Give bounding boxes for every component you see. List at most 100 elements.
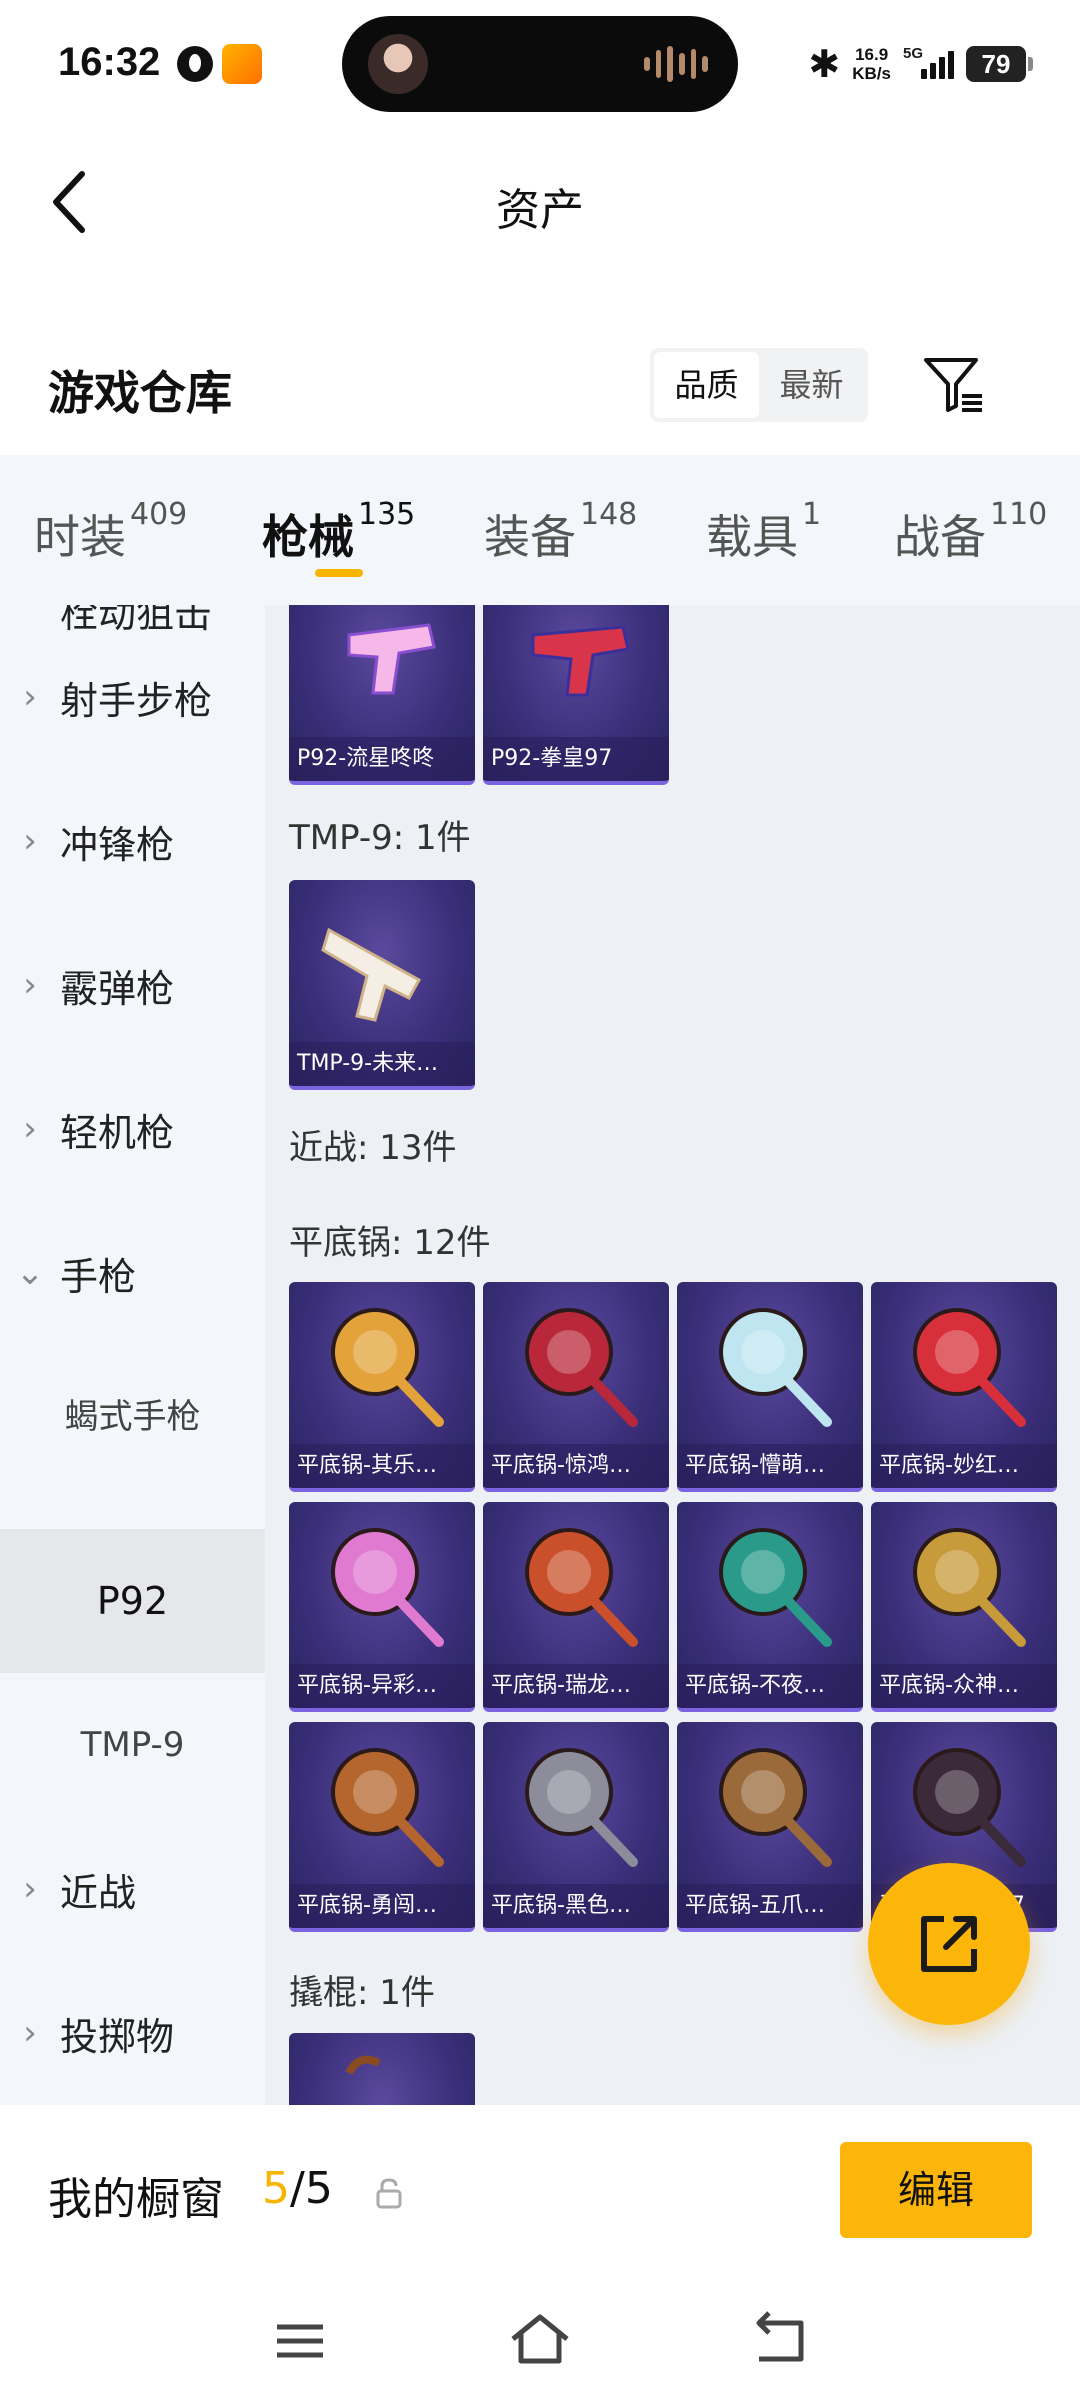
warehouse-title: 游戏仓库: [48, 366, 232, 420]
crowbar-art-icon: [345, 2055, 381, 2075]
tab-fashion[interactable]: 时装 409: [34, 497, 187, 567]
item-card-pan[interactable]: 平底锅-五爪…: [677, 1722, 863, 1932]
category-sidebar: 栓动狙击 › 射手步枪 › 冲锋枪 › 霰弹枪 › 轻机枪 ⌄ 手枪 蝎式手枪 P92 T…: [0, 605, 265, 2105]
section-title-tmp9: TMP-9: 1件: [289, 818, 471, 858]
chevron-right-icon: ›: [23, 677, 37, 717]
active-tab-indicator: [315, 569, 363, 577]
showcase-count-used: 5: [262, 2163, 290, 2214]
item-card-pan[interactable]: 平底锅-瑞龙…: [483, 1502, 669, 1712]
tab-label: 载具: [706, 510, 798, 564]
sidebar-subitem-tmp9[interactable]: TMP-9: [0, 1673, 265, 1817]
sidebar-item-label: 投掷物: [60, 2014, 175, 2059]
item-card-label: 平底锅-众神…: [871, 1664, 1057, 1708]
pan-art-icon: [913, 1748, 1026, 1867]
system-nav-bar: [0, 2285, 1080, 2400]
item-card-tmp9-future[interactable]: TMP-9-未来…: [289, 880, 475, 1090]
share-fab[interactable]: [868, 1863, 1030, 2025]
sidebar-item-label: 霰弹枪: [60, 966, 175, 1011]
item-card-label: TMP-9-未来…: [289, 1042, 475, 1086]
sidebar-item-pistol[interactable]: ⌄ 手枪: [0, 1201, 265, 1345]
pan-art-icon: [913, 1308, 1026, 1427]
sidebar-item-dmr[interactable]: › 射手步枪: [0, 625, 265, 769]
bluetooth-icon: ✱: [808, 42, 841, 86]
sidebar-item-smg[interactable]: › 冲锋枪: [0, 769, 265, 913]
pan-art-icon: [331, 1748, 444, 1867]
item-card-pan[interactable]: 平底锅-妙红…: [871, 1282, 1057, 1492]
pan-art-icon: [719, 1748, 832, 1867]
item-card-label: 平底锅-妙红…: [871, 1444, 1057, 1488]
pan-art-icon: [525, 1748, 638, 1867]
tab-equipment[interactable]: 装备 148: [484, 497, 637, 567]
pan-art-icon: [525, 1528, 638, 1647]
pistol-art-icon: [347, 623, 436, 695]
item-card-label: P92-流星咚咚: [289, 737, 475, 781]
globe-icon: [177, 46, 213, 82]
item-card-pan[interactable]: 平底锅-不夜…: [677, 1502, 863, 1712]
sidebar-item-label: 轻机枪: [60, 1110, 175, 1155]
page-title: 资产: [496, 185, 584, 236]
item-card-label: 平底锅-勇闯…: [289, 1884, 475, 1928]
item-card-crowbar[interactable]: [289, 2033, 475, 2105]
sidebar-item-shotgun[interactable]: › 霰弹枪: [0, 913, 265, 1057]
menu-icon[interactable]: [265, 2305, 335, 2375]
tab-supplies[interactable]: 战备 110: [894, 497, 1047, 567]
home-icon[interactable]: [505, 2305, 575, 2375]
signal-icon: 5G: [903, 45, 954, 79]
item-card-pan[interactable]: 平底锅-黑色…: [483, 1722, 669, 1932]
item-card-pan[interactable]: 平底锅-惊鸿…: [483, 1282, 669, 1492]
sidebar-item-label: 近战: [60, 1870, 137, 1915]
sidebar-item-throwables[interactable]: › 投掷物: [0, 1961, 265, 2105]
filter-icon[interactable]: [920, 352, 986, 418]
showcase-label: 我的橱窗: [48, 2174, 224, 2225]
tab-count: 135: [358, 497, 416, 532]
audio-wave-icon: [644, 46, 709, 82]
item-card-label: 平底锅-不夜…: [677, 1664, 863, 1708]
pan-art-icon: [913, 1528, 1026, 1647]
showcase-count: 5/5: [262, 2163, 333, 2214]
dynamic-island[interactable]: [342, 16, 738, 112]
sort-toggle: 品质 最新: [650, 348, 868, 422]
sidebar-subitem-p92[interactable]: P92: [0, 1529, 265, 1673]
back-nav-icon[interactable]: [745, 2305, 815, 2375]
external-link-icon: [921, 1916, 977, 1972]
app-notification-icon: [222, 44, 262, 84]
page-header: 资产: [0, 130, 1080, 270]
chevron-down-icon: ⌄: [15, 1253, 45, 1293]
tab-count: 110: [990, 497, 1048, 532]
item-card-pan[interactable]: 平底锅-其乐…: [289, 1282, 475, 1492]
smg-art-icon: [321, 927, 422, 1022]
item-card-pan[interactable]: 平底锅-众神…: [871, 1502, 1057, 1712]
item-card-label: 平底锅-瑞龙…: [483, 1664, 669, 1708]
item-card-p92-kof97[interactable]: P92-拳皇97: [483, 605, 669, 785]
item-card-pan[interactable]: 平底锅-懵萌…: [677, 1282, 863, 1492]
status-time: 16:32: [58, 40, 161, 84]
item-card-label: 平底锅-黑色…: [483, 1884, 669, 1928]
section-title-crowbar: 撬棍: 1件: [289, 1973, 435, 2013]
avatar: [368, 34, 428, 94]
sidebar-item-lmg[interactable]: › 轻机枪: [0, 1057, 265, 1201]
chevron-right-icon: ›: [23, 2013, 37, 2053]
sidebar-item-melee[interactable]: › 近战: [0, 1817, 265, 1961]
category-tabs: 时装 409 枪械 135 装备 148 载具 1 战备 110: [0, 455, 1080, 605]
pan-art-icon: [719, 1308, 832, 1427]
edit-button[interactable]: 编辑: [840, 2142, 1032, 2238]
item-card-label: 平底锅-其乐…: [289, 1444, 475, 1488]
item-card-p92-meteor[interactable]: P92-流星咚咚: [289, 605, 475, 785]
tab-weapons[interactable]: 枪械 135: [262, 497, 415, 567]
tab-vehicles[interactable]: 载具 1: [706, 497, 821, 567]
item-card-pan[interactable]: 平底锅-勇闯…: [289, 1722, 475, 1932]
sort-option-quality[interactable]: 品质: [654, 352, 759, 418]
item-card-label: P92-拳皇97: [483, 737, 669, 781]
status-indicators: ✱ 16.9 KB/s 5G 79: [808, 38, 1033, 90]
showcase-count-total: /5: [290, 2163, 333, 2214]
pistol-art-icon: [531, 625, 630, 697]
tab-count: 1: [802, 497, 822, 532]
section-title-pan: 平底锅: 12件: [289, 1223, 491, 1263]
item-card-label: 平底锅-惊鸿…: [483, 1444, 669, 1488]
sort-option-newest[interactable]: 最新: [759, 352, 864, 418]
item-card-pan[interactable]: 平底锅-异彩…: [289, 1502, 475, 1712]
battery-icon: 79: [966, 46, 1033, 82]
sidebar-subitem-skorpion[interactable]: 蝎式手枪: [0, 1345, 265, 1489]
pan-art-icon: [525, 1308, 638, 1427]
chevron-right-icon: ›: [23, 965, 37, 1005]
